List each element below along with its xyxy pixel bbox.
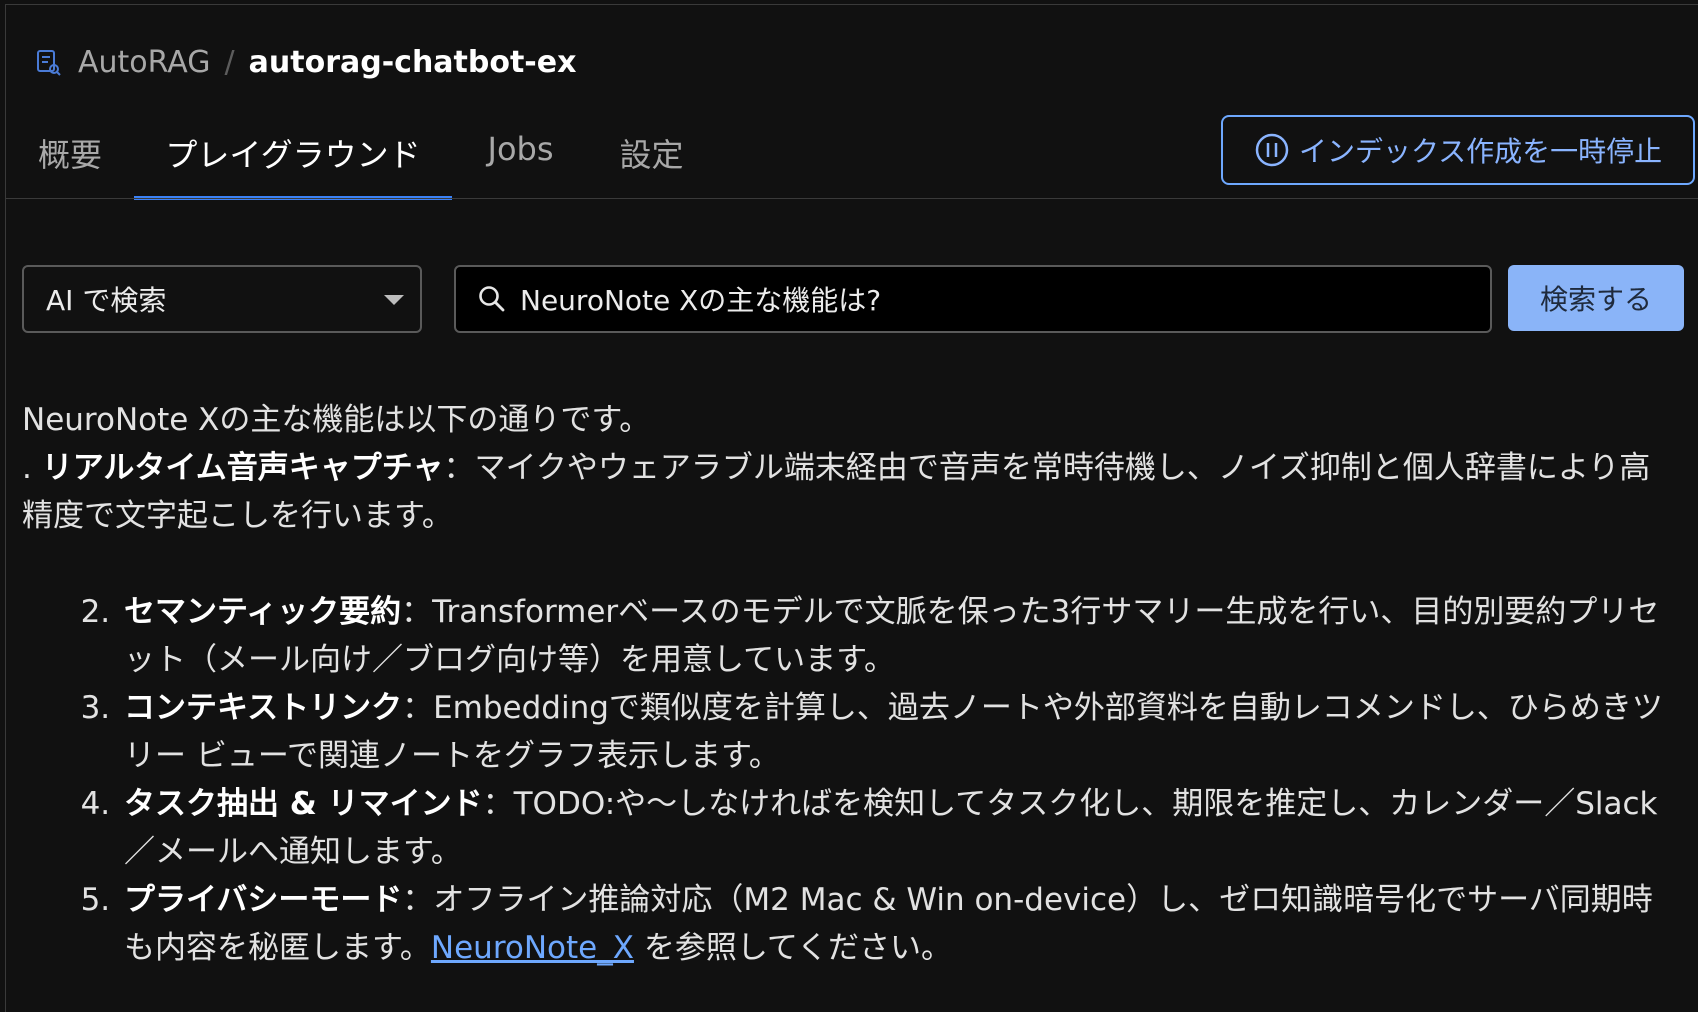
- autorag-icon: [37, 50, 61, 76]
- answer-item-3-title: コンテキストリンク: [124, 690, 403, 726]
- pause-indexing-label: インデックス作成を一時停止: [1299, 136, 1663, 167]
- search-button[interactable]: 検索する: [1508, 265, 1684, 331]
- breadcrumb-separator: /: [224, 44, 235, 80]
- tab-overview[interactable]: 概要: [6, 116, 134, 200]
- chevron-down-icon: [384, 295, 404, 305]
- answer-item-5: プライバシーモード：オフライン推論対応（M2 Mac & Win on-devi…: [120, 876, 1680, 972]
- answer-panel: NeuroNote Xの主な機能は以下の通りです。 . リアルタイム音声キャプチ…: [22, 396, 1682, 972]
- breadcrumb: AutoRAG / autorag-chatbot-ex: [36, 40, 576, 84]
- answer-item-1-separator: ：: [443, 450, 475, 486]
- search-box[interactable]: [454, 265, 1492, 333]
- answer-list: セマンティック要約：Transformerベースのモデルで文脈を保った3行サマリ…: [22, 588, 1680, 972]
- answer-item-3-separator: ：: [402, 690, 434, 726]
- tab-jobs[interactable]: Jobs: [452, 116, 589, 200]
- answer-item-5-separator: ：: [402, 882, 434, 918]
- search-icon: [479, 286, 505, 312]
- search-mode-select[interactable]: AI で検索: [22, 265, 422, 333]
- tab-settings[interactable]: 設定: [589, 116, 714, 200]
- answer-item-5-suffix: を参照してください。: [633, 930, 952, 966]
- search-mode-value: AI で検索: [46, 284, 167, 317]
- answer-item-5-title: プライバシーモード: [124, 882, 403, 918]
- answer-item-3: コンテキストリンク：Embeddingで類似度を計算し、過去ノートや外部資料を自…: [120, 684, 1680, 780]
- source-link[interactable]: NeuroNote_X: [431, 930, 634, 966]
- answer-item-1: . リアルタイム音声キャプチャ：マイクやウェアラブル端末経由で音声を常時待機し、…: [22, 444, 1662, 540]
- answer-item-4: タスク抽出 & リマインド：TODO:や〜しなければを検知してタスク化し、期限を…: [120, 780, 1680, 876]
- answer-item-2: セマンティック要約：Transformerベースのモデルで文脈を保った3行サマリ…: [120, 588, 1680, 684]
- answer-item-2-title: セマンティック要約: [124, 594, 402, 630]
- answer-item-4-title: タスク抽出 & リマインド: [124, 786, 483, 822]
- answer-item-2-separator: ：: [401, 594, 433, 630]
- pause-circle-icon: [1255, 133, 1289, 167]
- breadcrumb-root[interactable]: AutoRAG: [78, 45, 211, 80]
- tab-divider: [6, 198, 1698, 199]
- tab-playground[interactable]: プレイグラウンド: [134, 116, 452, 200]
- pause-indexing-button[interactable]: インデックス作成を一時停止: [1221, 115, 1695, 185]
- tab-bar: 概要 プレイグラウンド Jobs 設定: [6, 116, 714, 200]
- breadcrumb-current: autorag-chatbot-ex: [248, 44, 577, 80]
- answer-item-4-separator: ：: [482, 786, 514, 822]
- answer-item-1-prefix: .: [22, 450, 42, 486]
- search-input[interactable]: [520, 282, 1490, 316]
- answer-intro: NeuroNote Xの主な機能は以下の通りです。: [22, 402, 651, 438]
- answer-item-1-title: リアルタイム音声キャプチャ: [41, 450, 444, 486]
